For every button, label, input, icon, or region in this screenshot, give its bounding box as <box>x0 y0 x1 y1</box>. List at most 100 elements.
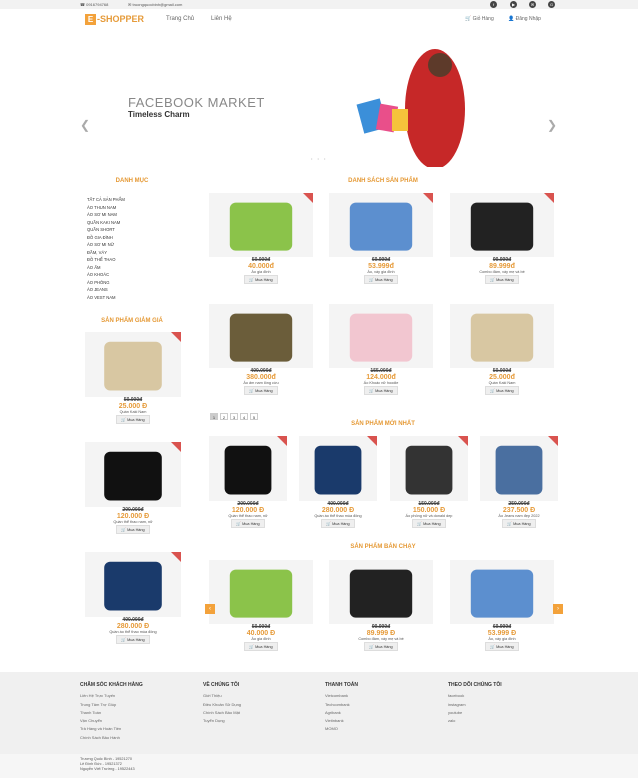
page-3[interactable]: 3 <box>230 413 238 420</box>
footer-link[interactable]: Chính Sách Bảo Mật <box>203 709 241 717</box>
product-card[interactable]: 250.000đ 237.500 Đ Áo Jeans nam đẹp 2022 🛒 … <box>480 436 558 528</box>
product-card[interactable]: 50.000đ 40.000 Đ Áo gia đình 🛒 Mua Hàng <box>209 560 313 651</box>
product-image[interactable] <box>450 560 554 624</box>
product-image[interactable] <box>329 560 433 624</box>
buy-button[interactable]: 🛒 Mua Hàng <box>502 519 536 528</box>
facebook-icon[interactable]: f <box>490 1 497 8</box>
category-item[interactable]: ÁO VEST NAM <box>87 294 125 302</box>
product-card[interactable]: 200.000đ 120.000 Đ Quần thể thao nam, nữ 🛒 … <box>85 442 181 534</box>
youtube-icon[interactable]: ▶ <box>510 1 517 8</box>
product-card[interactable]: 50.000đ 25.000 Đ Quần Kaki Nam 🛒 Mua Hàng <box>85 332 181 424</box>
product-image[interactable] <box>329 304 433 368</box>
page-2[interactable]: 2 <box>220 413 228 420</box>
footer-link[interactable]: Trả Hàng và Hoàn Tiền <box>80 725 143 733</box>
footer-link[interactable]: Tuyển Dụng <box>203 717 241 725</box>
login-link[interactable]: 👤 Đăng Nhập <box>508 16 541 22</box>
product-image[interactable] <box>85 332 181 397</box>
product-card[interactable]: 69.999đ 53.999đ Áo, váy gia đình 🛒 Mua Hàng <box>329 193 433 284</box>
buy-button[interactable]: 🛒 Mua Hàng <box>244 642 278 651</box>
buy-button[interactable]: 🛒 Mua Hàng <box>364 275 398 284</box>
footer-link[interactable]: facebook <box>448 692 502 700</box>
product-card[interactable]: 200.000đ 120.000 Đ Quần thể thao nam, nữ 🛒 … <box>209 436 287 528</box>
product-image[interactable] <box>85 552 181 617</box>
footer-link[interactable]: MOMO <box>325 725 358 733</box>
carousel-next-icon[interactable]: ❯ <box>547 118 557 132</box>
buy-button[interactable]: 🛒 Mua Hàng <box>231 519 265 528</box>
product-image[interactable] <box>480 436 558 501</box>
product-card[interactable]: 69.999đ 53.999 Đ Áo, váy gia đình 🛒 Mua Hàn… <box>450 560 554 651</box>
google-icon[interactable]: G <box>548 1 555 8</box>
product-image[interactable] <box>390 436 468 501</box>
page-5[interactable]: 5 <box>250 413 258 420</box>
buy-button[interactable]: 🛒 Mua Hàng <box>364 642 398 651</box>
footer-link[interactable]: Chính Sách Bảo Hành <box>80 734 143 742</box>
product-image[interactable] <box>450 193 554 257</box>
buy-button[interactable]: 🛒 Mua Hàng <box>485 642 519 651</box>
footer-link[interactable]: Techcombank <box>325 701 358 709</box>
category-item[interactable]: ĐỒ THỂ THAO <box>87 256 125 264</box>
category-item[interactable]: ÁO JEANS <box>87 286 125 294</box>
product-card[interactable]: 400.000đ 280.000 Đ Quần áo thể thao mùa đô… <box>85 552 181 644</box>
buy-button[interactable]: 🛒 Mua Hàng <box>321 519 355 528</box>
product-image[interactable] <box>209 304 313 368</box>
product-card[interactable]: 400.000đ 380.000đ Áo ấm nam lông cừu 🛒 Mua … <box>209 304 313 395</box>
product-card[interactable]: 99.999đ 89.999 Đ Combo đầm, váy mẹ và bé 🛒 … <box>329 560 433 651</box>
product-image[interactable] <box>209 436 287 501</box>
product-image[interactable] <box>450 304 554 368</box>
category-item[interactable]: ÁO ẤM <box>87 264 125 272</box>
category-item[interactable]: ÁO SƠ MI NAM <box>87 211 125 219</box>
category-item[interactable]: ĐỒ GIA ĐÌNH <box>87 234 125 242</box>
buy-button[interactable]: 🛒 Mua Hàng <box>485 386 519 395</box>
product-image[interactable] <box>299 436 377 501</box>
buy-button[interactable]: 🛒 Mua Hàng <box>244 275 278 284</box>
buy-button[interactable]: 🛒 Mua Hàng <box>116 415 150 424</box>
cart-link[interactable]: 🛒 Giỏ Hàng <box>465 16 494 22</box>
category-item[interactable]: ÁO SƠ MI NỮ <box>87 241 125 249</box>
product-card[interactable]: 150.000đ 150.000 Đ Áo phông nữ và donald d… <box>390 436 468 528</box>
footer-link[interactable]: Liên Hệ Trực Tuyến <box>80 692 143 700</box>
product-card[interactable]: 155.000đ 124.000đ Áo Khoác nữ hoodie 🛒 Mua … <box>329 304 433 395</box>
product-card[interactable]: 99.999đ 89.999đ Combo đầm, váy mẹ và bé 🛒 M… <box>450 193 554 284</box>
footer-link[interactable]: youtube <box>448 709 502 717</box>
carousel-dots[interactable]: • • • <box>311 156 327 161</box>
product-card[interactable]: 50.000đ 25.000đ Quần Kaki Nam 🛒 Mua Hàng <box>450 304 554 395</box>
category-item[interactable]: ÁO PHÔNG <box>87 279 125 287</box>
bestseller-next-icon[interactable]: › <box>553 604 563 614</box>
page-1[interactable]: 1 <box>210 413 218 420</box>
mail-icon[interactable]: ✉ <box>529 1 536 8</box>
nav-contact[interactable]: Liên Hệ <box>211 16 232 22</box>
buy-button[interactable]: 🛒 Mua Hàng <box>364 386 398 395</box>
footer-link[interactable]: Giới Thiệu <box>203 692 241 700</box>
category-item[interactable]: TẤT CẢ SẢN PHẨM <box>87 196 125 204</box>
category-item[interactable]: QUẦN KAKI NAM <box>87 219 125 227</box>
footer-link[interactable]: Trung Tâm Trợ Giúp <box>80 701 143 709</box>
nav-home[interactable]: Trang Chủ <box>166 16 194 22</box>
buy-button[interactable]: 🛒 Mua Hàng <box>244 386 278 395</box>
buy-button[interactable]: 🛒 Mua Hàng <box>116 635 150 644</box>
category-item[interactable]: ÁO KHOÁC <box>87 271 125 279</box>
footer-link[interactable]: instagram <box>448 701 502 709</box>
footer-link[interactable]: Agribank <box>325 709 358 717</box>
footer-link[interactable]: zalo <box>448 717 502 725</box>
category-item[interactable]: QUẦN SHORT <box>87 226 125 234</box>
buy-button[interactable]: 🛒 Mua Hàng <box>116 525 150 534</box>
footer-link[interactable]: Điều Khoản Sử Dụng <box>203 701 241 709</box>
product-image[interactable] <box>85 442 181 507</box>
category-item[interactable]: ĐẦM, VÁY <box>87 249 125 257</box>
buy-button[interactable]: 🛒 Mua Hàng <box>412 519 446 528</box>
product-image[interactable] <box>209 193 313 257</box>
product-image[interactable] <box>209 560 313 624</box>
footer-link[interactable]: Thanh Toán <box>80 709 143 717</box>
product-card[interactable]: 50.000đ 40.000đ Áo gia đình 🛒 Mua Hàng <box>209 193 313 284</box>
buy-button[interactable]: 🛒 Mua Hàng <box>485 275 519 284</box>
bestseller-prev-icon[interactable]: ‹ <box>205 604 215 614</box>
product-card[interactable]: 400.000đ 280.000 Đ Quần áo thể thao mùa đô… <box>299 436 377 528</box>
category-item[interactable]: ÁO THUN NAM <box>87 204 125 212</box>
carousel-prev-icon[interactable]: ❮ <box>80 118 90 132</box>
footer-link[interactable]: Vietcombank <box>325 692 358 700</box>
product-image[interactable] <box>329 193 433 257</box>
pagination[interactable]: 12345 <box>210 413 260 420</box>
footer-link[interactable]: Vietinbank <box>325 717 358 725</box>
footer-link[interactable]: Vận Chuyển <box>80 717 143 725</box>
logo[interactable]: E -SHOPPER <box>85 14 144 28</box>
